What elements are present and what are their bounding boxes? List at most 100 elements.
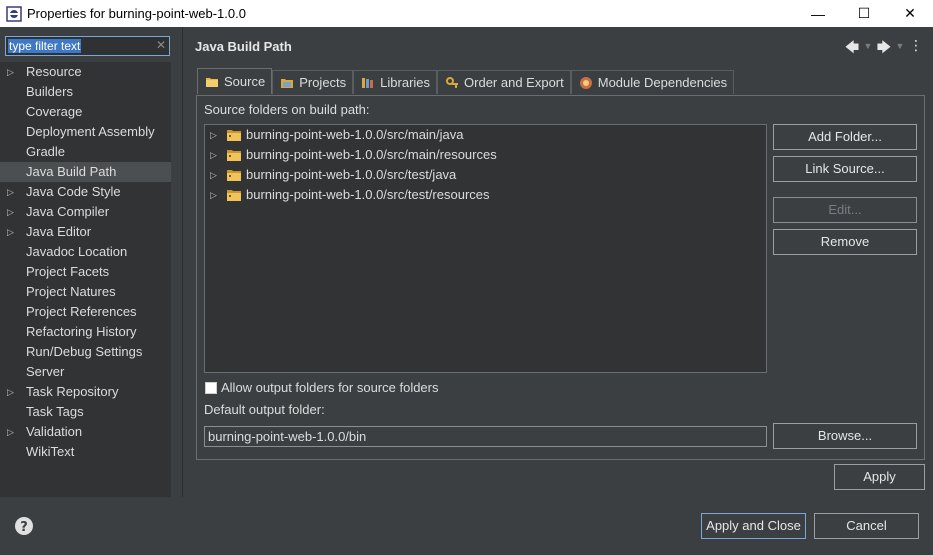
sidebar-item-label: Javadoc Location: [26, 244, 128, 259]
tab-label: Module Dependencies: [597, 74, 728, 90]
minimize-button[interactable]: —: [795, 0, 841, 27]
sidebar-item-label: Java Build Path: [26, 164, 117, 179]
sidebar-item-label: Refactoring History: [26, 324, 137, 339]
source-folder-row[interactable]: ▷ burning-point-web-1.0.0/src/test/java: [205, 165, 766, 185]
sidebar-item[interactable]: WikiText: [0, 442, 171, 462]
expand-arrow-icon[interactable]: ▷: [210, 165, 217, 185]
source-folder-icon: [226, 128, 242, 142]
sidebar-item[interactable]: Java Build Path: [0, 162, 171, 182]
sash[interactable]: [182, 27, 183, 497]
add-folder-button[interactable]: Add Folder...: [773, 124, 917, 150]
page-title: Java Build Path: [195, 39, 292, 54]
close-button[interactable]: ✕: [887, 0, 933, 27]
source-folder-label: burning-point-web-1.0.0/src/test/resourc…: [246, 187, 490, 202]
maximize-button[interactable]: ☐: [841, 0, 887, 27]
view-menu-icon[interactable]: ⋮: [907, 37, 925, 61]
expand-arrow-icon[interactable]: ▷: [210, 125, 217, 145]
sidebar-item-label: Resource: [26, 64, 82, 79]
source-folder-icon: [204, 74, 220, 90]
source-folder-icon: [226, 188, 242, 202]
expand-arrow-icon[interactable]: ▷: [7, 202, 17, 222]
window-title: Properties for burning-point-web-1.0.0: [27, 6, 246, 21]
sidebar-item-label: WikiText: [26, 444, 75, 459]
back-arrow-icon[interactable]: 🡄: [843, 37, 861, 61]
sidebar-item-label: Java Code Style: [26, 184, 121, 199]
default-output-folder-label: Default output folder:: [204, 402, 325, 417]
default-output-folder-field[interactable]: burning-point-web-1.0.0/bin: [204, 426, 767, 447]
tab-source[interactable]: Source: [197, 68, 273, 94]
title-bar: Properties for burning-point-web-1.0.0 —…: [0, 0, 933, 27]
expand-arrow-icon[interactable]: ▷: [210, 145, 217, 165]
svg-text:?: ?: [20, 520, 28, 535]
libraries-icon: [360, 75, 376, 91]
source-folders-tree[interactable]: ▷ burning-point-web-1.0.0/src/main/java ▷ b…: [204, 124, 767, 373]
back-dropdown-icon[interactable]: ▼: [863, 37, 873, 61]
filter-input[interactable]: type filter text ✕: [5, 36, 170, 56]
link-source-button[interactable]: Link Source...: [773, 156, 917, 182]
expand-arrow-icon[interactable]: ▷: [210, 185, 217, 205]
sidebar-item[interactable]: Project Natures: [0, 282, 171, 302]
source-folder-label: burning-point-web-1.0.0/src/main/java: [246, 127, 464, 142]
sidebar-item-label: Java Compiler: [26, 204, 110, 219]
sidebar-item[interactable]: ▷ Java Compiler: [0, 202, 171, 222]
sidebar-item-label: Project Natures: [26, 284, 116, 299]
tab-label: Libraries: [380, 74, 431, 90]
sidebar-item[interactable]: Gradle: [0, 142, 171, 162]
expand-arrow-icon[interactable]: ▷: [7, 422, 17, 442]
projects-icon: [279, 75, 295, 91]
sidebar-item[interactable]: Server: [0, 362, 171, 382]
remove-button[interactable]: Remove: [773, 229, 917, 255]
tab-label: Order and Export: [464, 74, 564, 90]
apply-and-close-button[interactable]: Apply and Close: [701, 513, 806, 539]
browse-button[interactable]: Browse...: [773, 423, 917, 449]
sidebar-item[interactable]: Refactoring History: [0, 322, 171, 342]
clear-filter-icon[interactable]: ✕: [156, 38, 166, 52]
tab-order-and-export[interactable]: Order and Export: [437, 70, 571, 94]
property-page-tree: ▷ Resource Builders Coverage Deployment Asse…: [0, 62, 171, 497]
sidebar-item-label: Validation: [26, 424, 83, 439]
forward-arrow-icon[interactable]: 🡆: [875, 37, 893, 61]
expand-arrow-icon[interactable]: ▷: [7, 222, 17, 242]
tab-module-dependencies[interactable]: Module Dependencies: [570, 70, 735, 94]
source-folder-icon: [226, 148, 242, 162]
sidebar-item[interactable]: Project References: [0, 302, 171, 322]
sidebar-item[interactable]: ▷ Resource: [0, 62, 171, 82]
tab-label: Source: [224, 73, 266, 89]
tab-projects[interactable]: Projects: [272, 70, 354, 94]
module-dependencies-icon: [578, 75, 594, 91]
sidebar-item[interactable]: Task Tags: [0, 402, 171, 422]
page-header: Java Build Path 🡄 ▼ 🡆 ▼ ⋮: [183, 27, 933, 63]
forward-dropdown-icon[interactable]: ▼: [895, 37, 905, 61]
sidebar-item[interactable]: Run/Debug Settings: [0, 342, 171, 362]
sidebar-item[interactable]: ▷ Task Repository: [0, 382, 171, 402]
source-folder-label: burning-point-web-1.0.0/src/test/java: [246, 167, 457, 182]
sidebar-item[interactable]: Project Facets: [0, 262, 171, 282]
apply-button[interactable]: Apply: [834, 464, 925, 490]
sidebar-item[interactable]: ▷ Validation: [0, 422, 171, 442]
allow-output-folders-checkbox[interactable]: [205, 382, 217, 394]
sidebar-item[interactable]: Deployment Assembly: [0, 122, 171, 142]
edit-button[interactable]: Edit...: [773, 197, 917, 223]
sidebar-item[interactable]: Builders: [0, 82, 171, 102]
source-folder-row[interactable]: ▷ burning-point-web-1.0.0/src/main/java: [205, 125, 766, 145]
source-folder-row[interactable]: ▷ burning-point-web-1.0.0/src/test/resour…: [205, 185, 766, 205]
sidebar-item-label: Coverage: [26, 104, 83, 119]
eclipse-app-icon: [6, 5, 22, 22]
sidebar-item[interactable]: ▷ Java Code Style: [0, 182, 171, 202]
help-icon[interactable]: ?: [14, 516, 34, 536]
source-folder-row[interactable]: ▷ burning-point-web-1.0.0/src/main/resour…: [205, 145, 766, 165]
sidebar-item-label: Deployment Assembly: [26, 124, 155, 139]
cancel-button[interactable]: Cancel: [814, 513, 919, 539]
source-folder-icon: [226, 168, 242, 182]
sidebar-item[interactable]: Coverage: [0, 102, 171, 122]
tab-libraries[interactable]: Libraries: [353, 70, 438, 94]
expand-arrow-icon[interactable]: ▷: [7, 382, 17, 402]
expand-arrow-icon[interactable]: ▷: [7, 182, 17, 202]
sidebar-item-label: Run/Debug Settings: [26, 344, 143, 359]
build-path-tabs: Source Projects Libraries Order and Export M…: [197, 68, 735, 95]
filter-text: type filter text: [8, 39, 82, 53]
sidebar-item[interactable]: ▷ Java Editor: [0, 222, 171, 242]
expand-arrow-icon[interactable]: ▷: [7, 62, 17, 82]
sidebar-item[interactable]: Javadoc Location: [0, 242, 171, 262]
allow-output-folders-label: Allow output folders for source folders: [221, 380, 439, 395]
